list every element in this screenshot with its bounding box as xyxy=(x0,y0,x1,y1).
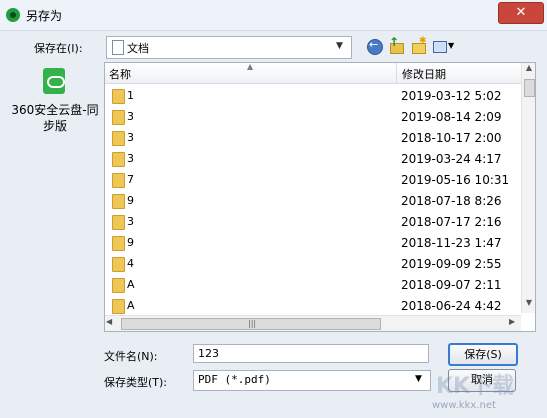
app-icon xyxy=(6,8,20,22)
list-item[interactable]: 9 2018-07-18 8:26 xyxy=(105,190,520,211)
file-date: 2019-05-16 10:31 xyxy=(401,173,510,187)
column-header-name[interactable]: 名称 ▲ xyxy=(105,63,397,84)
file-date: 2018-11-23 1:47 xyxy=(401,236,502,250)
document-icon xyxy=(112,40,124,55)
file-date: 2019-08-14 2:09 xyxy=(401,110,502,124)
file-date: 2019-09-09 2:55 xyxy=(401,257,502,271)
horizontal-scroll-thumb[interactable]: ||| xyxy=(121,318,381,330)
back-button[interactable] xyxy=(367,38,383,55)
list-item[interactable]: 3 2019-08-14 2:09 xyxy=(105,106,520,127)
file-name: A xyxy=(127,278,135,291)
filename-input[interactable] xyxy=(193,344,429,363)
file-date: 2018-06-24 4:42 xyxy=(401,299,502,313)
scroll-right-icon[interactable]: ▶ xyxy=(509,317,515,326)
place-360-cloud[interactable]: 360安全云盘-同步版 xyxy=(9,66,101,136)
close-button[interactable]: ✕ xyxy=(498,2,544,24)
scroll-left-icon[interactable]: ◀ xyxy=(106,317,112,326)
file-rows: 1 2019-03-12 5:02 3 2019-08-14 2:09 3 2018-10… xyxy=(105,85,520,321)
list-item[interactable]: 3 2018-07-17 2:16 xyxy=(105,211,520,232)
grip-icon: ||| xyxy=(248,319,257,328)
file-name: 7 xyxy=(127,173,134,186)
file-name: A xyxy=(127,299,135,312)
file-name: 9 xyxy=(127,236,134,249)
folder-icon xyxy=(112,278,125,293)
folder-icon xyxy=(112,110,125,125)
window-title: 另存为 xyxy=(26,9,63,23)
view-grid-icon xyxy=(433,41,447,53)
filetype-value: PDF (*.pdf) xyxy=(198,373,271,386)
file-name: 4 xyxy=(127,257,134,270)
list-item[interactable]: 3 2018-10-17 2:00 xyxy=(105,127,520,148)
filetype-select[interactable]: PDF (*.pdf) ▼ xyxy=(193,370,431,391)
vertical-scroll-thumb[interactable] xyxy=(524,79,535,97)
file-name: 3 xyxy=(127,152,134,165)
sort-ascending-icon: ▲ xyxy=(247,62,254,71)
column-header-date-label: 修改日期 xyxy=(402,68,446,81)
watermark-url: www.kkx.net xyxy=(432,400,496,411)
chevron-down-icon: ▼ xyxy=(448,41,455,50)
list-item[interactable]: A 2018-06-24 4:42 xyxy=(105,295,520,316)
column-header-date[interactable]: 修改日期 xyxy=(397,63,522,84)
folder-icon xyxy=(112,173,125,188)
file-date: 2018-09-07 2:11 xyxy=(401,278,502,292)
save-in-label: 保存在(I): xyxy=(34,42,83,55)
file-name: 9 xyxy=(127,194,134,207)
list-item[interactable]: 7 2019-05-16 10:31 xyxy=(105,169,520,190)
file-date: 2018-07-17 2:16 xyxy=(401,215,502,229)
folder-icon xyxy=(112,194,125,209)
file-name: 1 xyxy=(127,89,134,102)
file-name: 3 xyxy=(127,110,134,123)
scroll-down-icon[interactable]: ▼ xyxy=(522,298,535,312)
file-date: 2019-03-24 4:17 xyxy=(401,152,502,166)
chevron-down-icon: ▼ xyxy=(415,374,422,384)
column-header-name-label: 名称 xyxy=(109,68,131,81)
folder-icon xyxy=(112,89,125,104)
chevron-down-icon: ▼ xyxy=(336,41,343,51)
folder-icon xyxy=(112,152,125,167)
file-date: 2019-03-12 5:02 xyxy=(401,89,502,103)
file-date: 2018-10-17 2:00 xyxy=(401,131,502,145)
folder-icon xyxy=(112,299,125,314)
vertical-scrollbar[interactable]: ▲ ▼ xyxy=(521,63,535,313)
new-folder-button[interactable]: ✱ xyxy=(410,36,427,54)
up-folder-button[interactable]: ↑ xyxy=(388,35,404,54)
list-item[interactable]: 1 2019-03-12 5:02 xyxy=(105,85,520,106)
folder-icon xyxy=(112,257,125,272)
folder-icon xyxy=(112,215,125,230)
filetype-label: 保存类型(T): xyxy=(104,376,168,389)
list-item[interactable]: 4 2019-09-09 2:55 xyxy=(105,253,520,274)
filename-label: 文件名(N): xyxy=(104,350,158,363)
horizontal-scrollbar[interactable]: ◀ ||| ▶ xyxy=(105,315,521,331)
cloud-drive-icon xyxy=(43,68,65,94)
list-item[interactable]: 9 2018-11-23 1:47 xyxy=(105,232,520,253)
scroll-up-icon[interactable]: ▲ xyxy=(522,63,535,77)
places-bar: 360安全云盘-同步版 xyxy=(9,60,101,400)
location-combo[interactable]: 文档 ▼ xyxy=(106,36,352,59)
up-arrow-icon: ↑ xyxy=(389,35,400,49)
file-name: 3 xyxy=(127,131,134,144)
place-label: 360安全云盘-同步版 xyxy=(11,103,99,133)
watermark-logo: KK下载 xyxy=(436,374,515,399)
file-name: 3 xyxy=(127,215,134,228)
folder-icon xyxy=(112,131,125,146)
file-list[interactable]: 名称 ▲ 修改日期 1 2019-03-12 5:02 3 2019-08-14 2:… xyxy=(104,62,536,332)
file-date: 2018-07-18 8:26 xyxy=(401,194,502,208)
location-value: 文档 xyxy=(127,42,149,55)
list-item[interactable]: 3 2019-03-24 4:17 xyxy=(105,148,520,169)
list-item[interactable]: A 2018-09-07 2:11 xyxy=(105,274,520,295)
title-bar: 另存为 ✕ xyxy=(0,0,547,31)
views-menu-button[interactable]: ▼ xyxy=(432,38,458,54)
sparkle-icon: ✱ xyxy=(419,36,427,46)
folder-icon xyxy=(112,236,125,251)
save-button[interactable]: 保存(S) xyxy=(448,343,518,366)
